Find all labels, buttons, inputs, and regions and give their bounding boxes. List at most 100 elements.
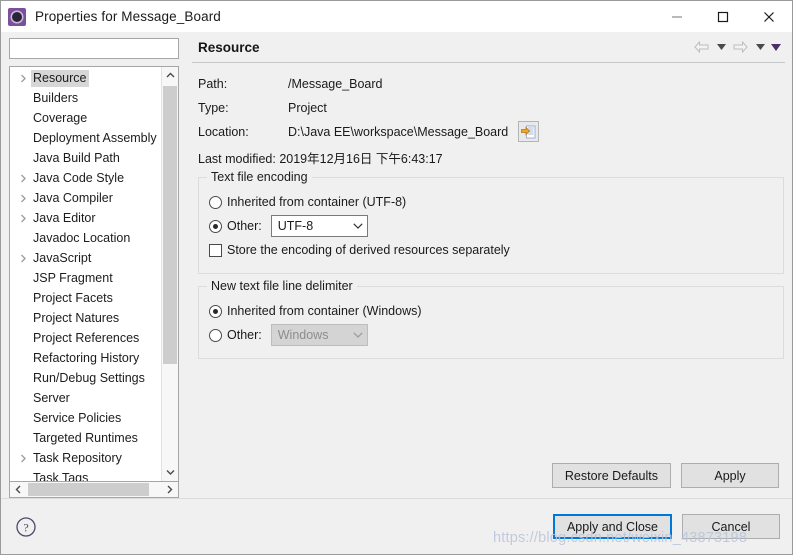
sidebar-item-service-policies[interactable]: Service Policies bbox=[10, 408, 161, 428]
sidebar-item-label: Server bbox=[31, 390, 72, 407]
filter-input[interactable] bbox=[9, 38, 179, 59]
sidebar-item-label: Javadoc Location bbox=[31, 230, 132, 247]
location-value: D:\Java EE\workspace\Message_Board bbox=[288, 125, 508, 139]
scrollbar-thumb[interactable] bbox=[28, 483, 149, 496]
sidebar-item-java-compiler[interactable]: Java Compiler bbox=[10, 188, 161, 208]
delimiter-inherited-option[interactable]: Inherited from container (Windows) bbox=[209, 300, 773, 322]
chevron-right-icon[interactable] bbox=[16, 454, 31, 463]
store-encoding-separately-option[interactable]: Store the encoding of derived resources … bbox=[209, 239, 773, 261]
chevron-right-icon[interactable] bbox=[16, 194, 31, 203]
chevron-down-icon bbox=[349, 330, 363, 341]
sidebar-item-project-natures[interactable]: Project Natures bbox=[10, 308, 161, 328]
sidebar-item-label: Refactoring History bbox=[31, 350, 141, 367]
sidebar-item-label: Resource bbox=[31, 70, 89, 87]
sidebar-item-label: Run/Debug Settings bbox=[31, 370, 147, 387]
back-arrow-icon[interactable] bbox=[691, 38, 712, 56]
sidebar-item-java-editor[interactable]: Java Editor bbox=[10, 208, 161, 228]
forward-history-chevron-down-icon[interactable] bbox=[753, 38, 767, 56]
sidebar-item-label: Project Natures bbox=[31, 310, 121, 327]
location-row: Location: D:\Java EE\workspace\Message_B… bbox=[198, 121, 784, 142]
maximize-icon[interactable] bbox=[700, 1, 746, 32]
chevron-right-icon[interactable] bbox=[16, 174, 31, 183]
chevron-right-icon[interactable] bbox=[16, 254, 31, 263]
encoding-other-option[interactable]: Other: UTF-8 bbox=[209, 215, 773, 237]
sidebar-item-targeted-runtimes[interactable]: Targeted Runtimes bbox=[10, 428, 161, 448]
sidebar-item-task-repository[interactable]: Task Repository bbox=[10, 448, 161, 468]
properties-dialog: Properties for Message_Board bbox=[0, 0, 793, 555]
sidebar-item-jsp-fragment[interactable]: JSP Fragment bbox=[10, 268, 161, 288]
radio-icon[interactable] bbox=[209, 329, 222, 342]
encoding-inherited-option[interactable]: Inherited from container (UTF-8) bbox=[209, 191, 773, 213]
page-title: Resource bbox=[198, 40, 260, 55]
sidebar-item-label: Java Build Path bbox=[31, 150, 122, 167]
sidebar-item-coverage[interactable]: Coverage bbox=[10, 108, 161, 128]
sidebar-item-label: Java Editor bbox=[31, 210, 98, 227]
back-history-chevron-down-icon[interactable] bbox=[714, 38, 728, 56]
sidebar-item-builders[interactable]: Builders bbox=[10, 88, 161, 108]
sidebar-item-label: JavaScript bbox=[31, 250, 93, 267]
sidebar-item-label: Service Policies bbox=[31, 410, 123, 427]
forward-arrow-icon[interactable] bbox=[730, 38, 751, 56]
chevron-right-icon[interactable] bbox=[16, 74, 31, 83]
sidebar-item-javascript[interactable]: JavaScript bbox=[10, 248, 161, 268]
sidebar-item-refactoring-history[interactable]: Refactoring History bbox=[10, 348, 161, 368]
delimiter-inherited-label: Inherited from container (Windows) bbox=[227, 304, 422, 318]
sidebar-item-project-facets[interactable]: Project Facets bbox=[10, 288, 161, 308]
sidebar-item-label: Project References bbox=[31, 330, 141, 347]
svg-text:?: ? bbox=[23, 520, 28, 534]
sidebar-item-server[interactable]: Server bbox=[10, 388, 161, 408]
store-encoding-separately-label: Store the encoding of derived resources … bbox=[227, 243, 510, 257]
settings-sidebar: Resource Builders Coverage Deployme bbox=[1, 32, 186, 498]
sidebar-item-java-code-style[interactable]: Java Code Style bbox=[10, 168, 161, 188]
sidebar-item-deployment-assembly[interactable]: Deployment Assembly bbox=[10, 128, 161, 148]
delimiter-other-label: Other: bbox=[227, 328, 262, 342]
view-menu-chevron-down-icon[interactable] bbox=[769, 38, 783, 56]
page-navigation bbox=[691, 38, 785, 56]
sidebar-item-run-debug-settings[interactable]: Run/Debug Settings bbox=[10, 368, 161, 388]
sidebar-item-resource[interactable]: Resource bbox=[10, 68, 161, 88]
scroll-up-icon[interactable] bbox=[162, 67, 178, 84]
chevron-down-icon[interactable] bbox=[349, 221, 363, 232]
sidebar-item-project-references[interactable]: Project References bbox=[10, 328, 161, 348]
settings-tree[interactable]: Resource Builders Coverage Deployme bbox=[10, 67, 161, 481]
sidebar-item-label: Java Compiler bbox=[31, 190, 115, 207]
cancel-button[interactable]: Cancel bbox=[682, 514, 780, 539]
chevron-right-icon[interactable] bbox=[16, 214, 31, 223]
encoding-combo-value: UTF-8 bbox=[278, 219, 349, 233]
sidebar-item-task-tags[interactable]: Task Tags bbox=[10, 468, 161, 481]
sidebar-item-label: Java Code Style bbox=[31, 170, 126, 187]
last-modified-row: Last modified: 2019年12月16日 下午6:43:17 bbox=[198, 148, 784, 167]
sidebar-item-javadoc-location[interactable]: Javadoc Location bbox=[10, 228, 161, 248]
last-modified-value: 2019年12月16日 下午6:43:17 bbox=[279, 152, 442, 166]
tree-vertical-scrollbar[interactable] bbox=[161, 67, 178, 481]
path-value: /Message_Board bbox=[288, 77, 383, 91]
scroll-right-icon[interactable] bbox=[161, 482, 178, 497]
sidebar-item-label: JSP Fragment bbox=[31, 270, 115, 287]
window-title: Properties for Message_Board bbox=[35, 9, 221, 24]
help-question-icon[interactable]: ? bbox=[15, 516, 37, 538]
path-label: Path: bbox=[198, 77, 288, 91]
sidebar-item-java-build-path[interactable]: Java Build Path bbox=[10, 148, 161, 168]
delimiter-other-option[interactable]: Other: Windows bbox=[209, 324, 773, 346]
restore-defaults-button[interactable]: Restore Defaults bbox=[552, 463, 671, 488]
scroll-down-icon[interactable] bbox=[162, 464, 178, 481]
radio-icon[interactable] bbox=[209, 220, 222, 233]
radio-icon[interactable] bbox=[209, 305, 222, 318]
dialog-footer: ? https://blog.csdn.net/weixin_43873198 … bbox=[1, 498, 792, 554]
checkbox-icon[interactable] bbox=[209, 244, 222, 257]
encoding-combo[interactable]: UTF-8 bbox=[271, 215, 368, 237]
settings-tree-wrapper: Resource Builders Coverage Deployme bbox=[9, 66, 179, 498]
apply-and-close-button[interactable]: Apply and Close bbox=[553, 514, 672, 539]
scroll-left-icon[interactable] bbox=[10, 485, 27, 494]
sidebar-item-label: Task Repository bbox=[31, 450, 124, 467]
sidebar-item-label: Coverage bbox=[31, 110, 89, 127]
sidebar-item-label: Deployment Assembly bbox=[31, 130, 159, 147]
open-external-icon[interactable] bbox=[518, 121, 539, 142]
scrollbar-thumb[interactable] bbox=[163, 86, 177, 364]
apply-button[interactable]: Apply bbox=[681, 463, 779, 488]
close-icon[interactable] bbox=[746, 1, 792, 32]
radio-icon[interactable] bbox=[209, 196, 222, 209]
tree-horizontal-scrollbar[interactable] bbox=[9, 481, 179, 498]
page-header: Resource bbox=[192, 38, 785, 63]
minimize-icon[interactable] bbox=[654, 1, 700, 32]
